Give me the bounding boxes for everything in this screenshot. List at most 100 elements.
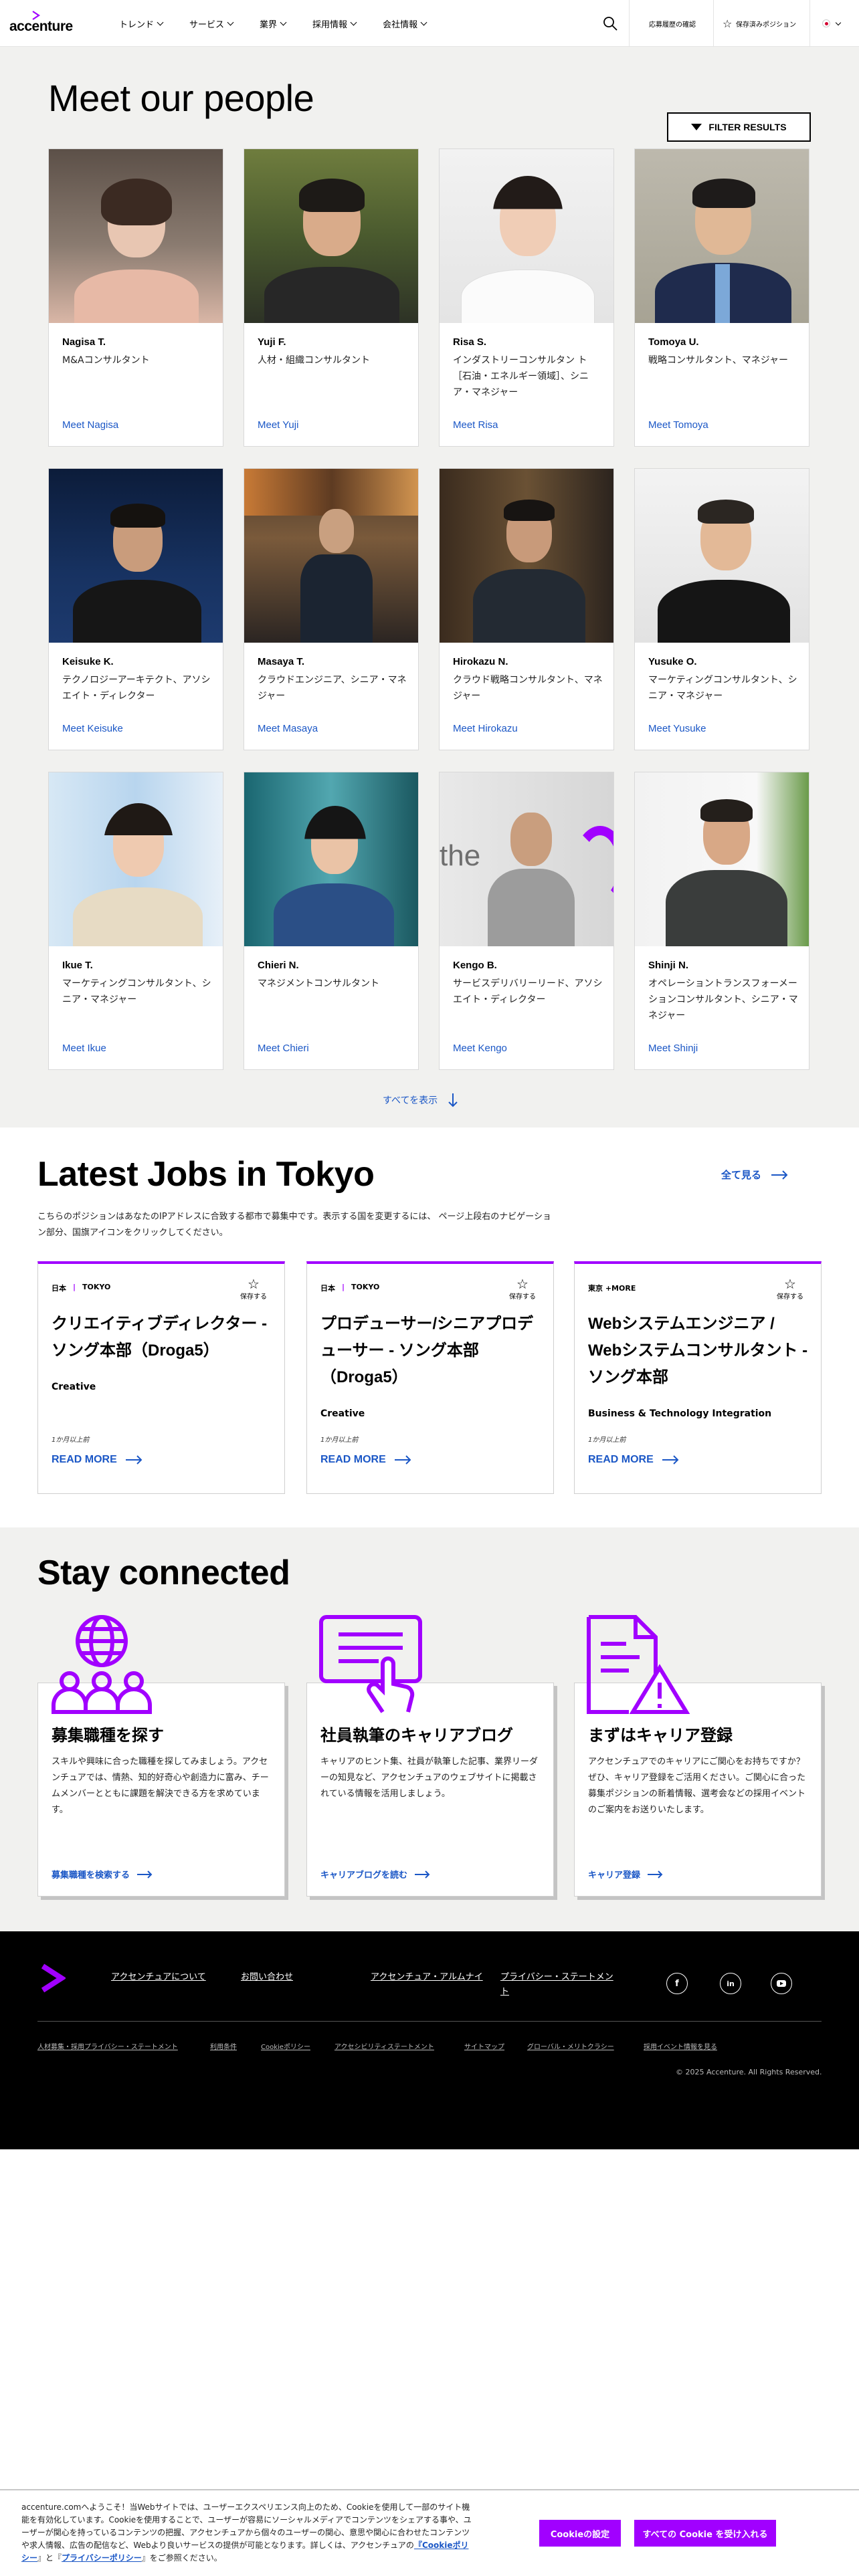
meet-person-link[interactable]: Meet Tomoya: [648, 419, 708, 431]
person-card[interactable]: Risa S. インダストリーコンサルタン ト［石油・エネルギー領域］、シニア・…: [439, 148, 614, 447]
nav-about[interactable]: 会社情報: [383, 17, 427, 30]
about-link[interactable]: アクセンチュアについて: [111, 1970, 206, 1985]
meet-person-link[interactable]: Meet Risa: [453, 419, 498, 431]
nav-trends[interactable]: トレンド: [119, 17, 164, 30]
person-role: マーケティングコンサルタント、シニア・マネジャー: [648, 675, 797, 702]
alumni-link[interactable]: アクセンチュア・アルムナイ: [371, 1970, 490, 1985]
person-name: Kengo B.: [453, 960, 497, 971]
terms-link[interactable]: 利用条件: [210, 2041, 237, 2051]
job-country: 日本: [52, 1284, 66, 1293]
filter-results-button[interactable]: FILTER RESULTS: [667, 112, 811, 142]
see-all-jobs-link[interactable]: 全て見る: [721, 1168, 788, 1182]
person-card[interactable]: the Kengo B. サービスデリバリーリード、アソシエイト・ディレクター …: [439, 772, 614, 1070]
cookie-policy-link[interactable]: Cookieポリシー: [261, 2041, 310, 2051]
accenture-logo-icon[interactable]: [40, 1963, 66, 1993]
person-card[interactable]: Keisuke K. テクノロジーアーキテクト、アソシエイト・ディレクター Me…: [48, 468, 223, 750]
job-category: Business & Technology Integration: [588, 1408, 772, 1419]
sitemap-link[interactable]: サイトマップ: [464, 2041, 504, 2051]
globe-people-icon: [52, 1615, 152, 1714]
person-card[interactable]: Hirokazu N. クラウド戦略コンサルタント、マネジャー Meet Hir…: [439, 468, 614, 750]
person-card[interactable]: Shinji N. オペレーショントランスフォーメーションコンサルタント、シニア…: [634, 772, 809, 1070]
job-card[interactable]: 日本 | TOKYO ☆ 保存する クリエイティブディレクター - ソング本部（Dro…: [37, 1261, 285, 1494]
recruit-events-link[interactable]: 採用イベント情報を見る: [644, 2041, 717, 2051]
document-alert-icon: [587, 1615, 690, 1714]
job-card[interactable]: 東京 +MORE ☆ 保存する Webシステムエンジニア / Webシステムコンサ…: [574, 1261, 822, 1494]
person-card[interactable]: Ikue T. マーケティングコンサルタント、シニア・マネジャー Meet Ik…: [48, 772, 223, 1070]
person-name: Hirokazu N.: [453, 656, 508, 667]
location-separator: |: [73, 1283, 76, 1291]
application-history-link[interactable]: 応募履歴の確認: [649, 19, 696, 29]
job-card[interactable]: 日本 | TOKYO ☆ 保存する プロデューサー/シニアプロデューサー - ソング本…: [306, 1261, 554, 1494]
chevron-down-icon[interactable]: [835, 19, 842, 26]
save-job-button[interactable]: ☆ 保存する: [509, 1277, 536, 1301]
person-photo: [49, 772, 223, 946]
person-card[interactable]: Yuji F. 人材・組織コンサルタント Meet Yuji: [244, 148, 419, 447]
job-title[interactable]: Webシステムエンジニア / Webシステムコンサルタント - ソング本部: [588, 1311, 809, 1391]
read-more-link[interactable]: READ MORE: [588, 1454, 679, 1466]
nav-label: 会社情報: [383, 19, 418, 30]
chevron-down-icon: [227, 19, 234, 25]
meritocracy-link[interactable]: グローバル・メリトクラシー: [527, 2041, 614, 2051]
logo-text: accenture: [9, 19, 73, 34]
contact-link[interactable]: お問い合わせ: [241, 1970, 293, 1985]
meet-person-link[interactable]: Meet Ikue: [62, 1043, 106, 1054]
meet-person-link[interactable]: Meet Yusuke: [648, 723, 706, 734]
nav-label: サービス: [189, 19, 225, 30]
read-more-link[interactable]: READ MORE: [52, 1454, 142, 1466]
stay-connected-section: Stay connected 募集職種を探す スキルや興味に合った職種を探してみ…: [0, 1527, 859, 1931]
japan-flag-icon[interactable]: [822, 19, 830, 27]
jobs-location-note: こちらのポジションはあなたのIPアドレスに合致する都市で募集中です。表示する国を…: [37, 1212, 551, 1238]
header-divider: [809, 0, 810, 47]
meet-person-link[interactable]: Meet Keisuke: [62, 723, 123, 734]
search-icon[interactable]: [602, 15, 618, 31]
cookie-settings-button[interactable]: Cookieの設定: [539, 2520, 621, 2547]
linkedin-icon[interactable]: in: [720, 1973, 741, 1994]
search-jobs-link[interactable]: 募集職種を検索する: [52, 1868, 153, 1881]
job-posted: 1か月以上前: [320, 1436, 359, 1444]
nav-services[interactable]: サービス: [189, 17, 234, 30]
job-title[interactable]: プロデューサー/シニアプロデューサー - ソング本部（Droga5）: [320, 1311, 541, 1391]
link-label: キャリア登録: [588, 1870, 641, 1881]
person-card[interactable]: Masaya T. クラウドエンジニア、シニア・マネジャー Meet Masay…: [244, 468, 419, 750]
meet-person-link[interactable]: Meet Shinji: [648, 1043, 698, 1054]
person-card[interactable]: Yusuke O. マーケティングコンサルタント、シニア・マネジャー Meet …: [634, 468, 809, 750]
person-role: 戦略コンサルタント、マネジャー: [648, 355, 789, 366]
meet-person-link[interactable]: Meet Chieri: [258, 1043, 309, 1054]
meet-person-link[interactable]: Meet Kengo: [453, 1043, 507, 1054]
footer-divider: [37, 2021, 822, 2022]
nav-industries[interactable]: 業界: [260, 17, 287, 30]
cookie-text: accenture.comへようこそ！当Webサイトでは、ユーザーエクスペリエン…: [21, 2501, 476, 2565]
person-role: サービスデリバリーリード、アソシエイト・ディレクター: [453, 978, 603, 1005]
meet-person-link[interactable]: Meet Masaya: [258, 723, 318, 734]
accessibility-link[interactable]: アクセシビリティステートメント: [335, 2041, 434, 2051]
facebook-icon[interactable]: f: [666, 1973, 688, 1994]
read-more-label: READ MORE: [588, 1454, 654, 1465]
card-heading: 募集職種を探す: [52, 1727, 164, 1745]
career-register-link[interactable]: キャリア登録: [588, 1868, 663, 1881]
save-job-button[interactable]: ☆ 保存する: [240, 1277, 267, 1301]
job-city: TOKYO: [351, 1283, 380, 1291]
arrow-right-icon: [662, 1455, 679, 1465]
read-blog-link[interactable]: キャリアブログを読む: [320, 1868, 430, 1881]
person-card[interactable]: Nagisa T. M&Aコンサルタント Meet Nagisa: [48, 148, 223, 447]
meet-person-link[interactable]: Meet Yuji: [258, 419, 298, 431]
person-card[interactable]: Chieri N. マネジメントコンサルタント Meet Chieri: [244, 772, 419, 1070]
accenture-logo[interactable]: accenture: [9, 11, 83, 35]
privacy-link[interactable]: プライバシー・ステートメント: [500, 1970, 618, 2000]
recruit-privacy-link[interactable]: 人材募集・採用プライバシー・ステートメント: [37, 2041, 178, 2051]
meet-person-link[interactable]: Meet Nagisa: [62, 419, 118, 431]
read-more-link[interactable]: READ MORE: [320, 1454, 411, 1466]
privacy-policy-link[interactable]: プライバシーポリシー: [62, 2553, 142, 2563]
accept-all-cookies-button[interactable]: すべての Cookie を受け入れる: [634, 2520, 776, 2547]
person-role: オペレーショントランスフォーメーションコンサルタント、シニア・マネジャー: [648, 978, 798, 1021]
job-location: 日本 | TOKYO: [320, 1283, 379, 1293]
show-all-button[interactable]: すべてを表示: [383, 1093, 458, 1107]
chevron-down-icon: [420, 19, 427, 25]
saved-positions-link[interactable]: 保存済みポジション: [736, 19, 796, 29]
nav-careers[interactable]: 採用情報: [312, 17, 357, 30]
youtube-icon[interactable]: [771, 1973, 792, 1994]
job-title[interactable]: クリエイティブディレクター - ソング本部（Droga5）: [52, 1311, 272, 1364]
save-job-button[interactable]: ☆ 保存する: [777, 1277, 803, 1301]
meet-person-link[interactable]: Meet Hirokazu: [453, 723, 518, 734]
person-card[interactable]: Tomoya U. 戦略コンサルタント、マネジャー Meet Tomoya: [634, 148, 809, 447]
